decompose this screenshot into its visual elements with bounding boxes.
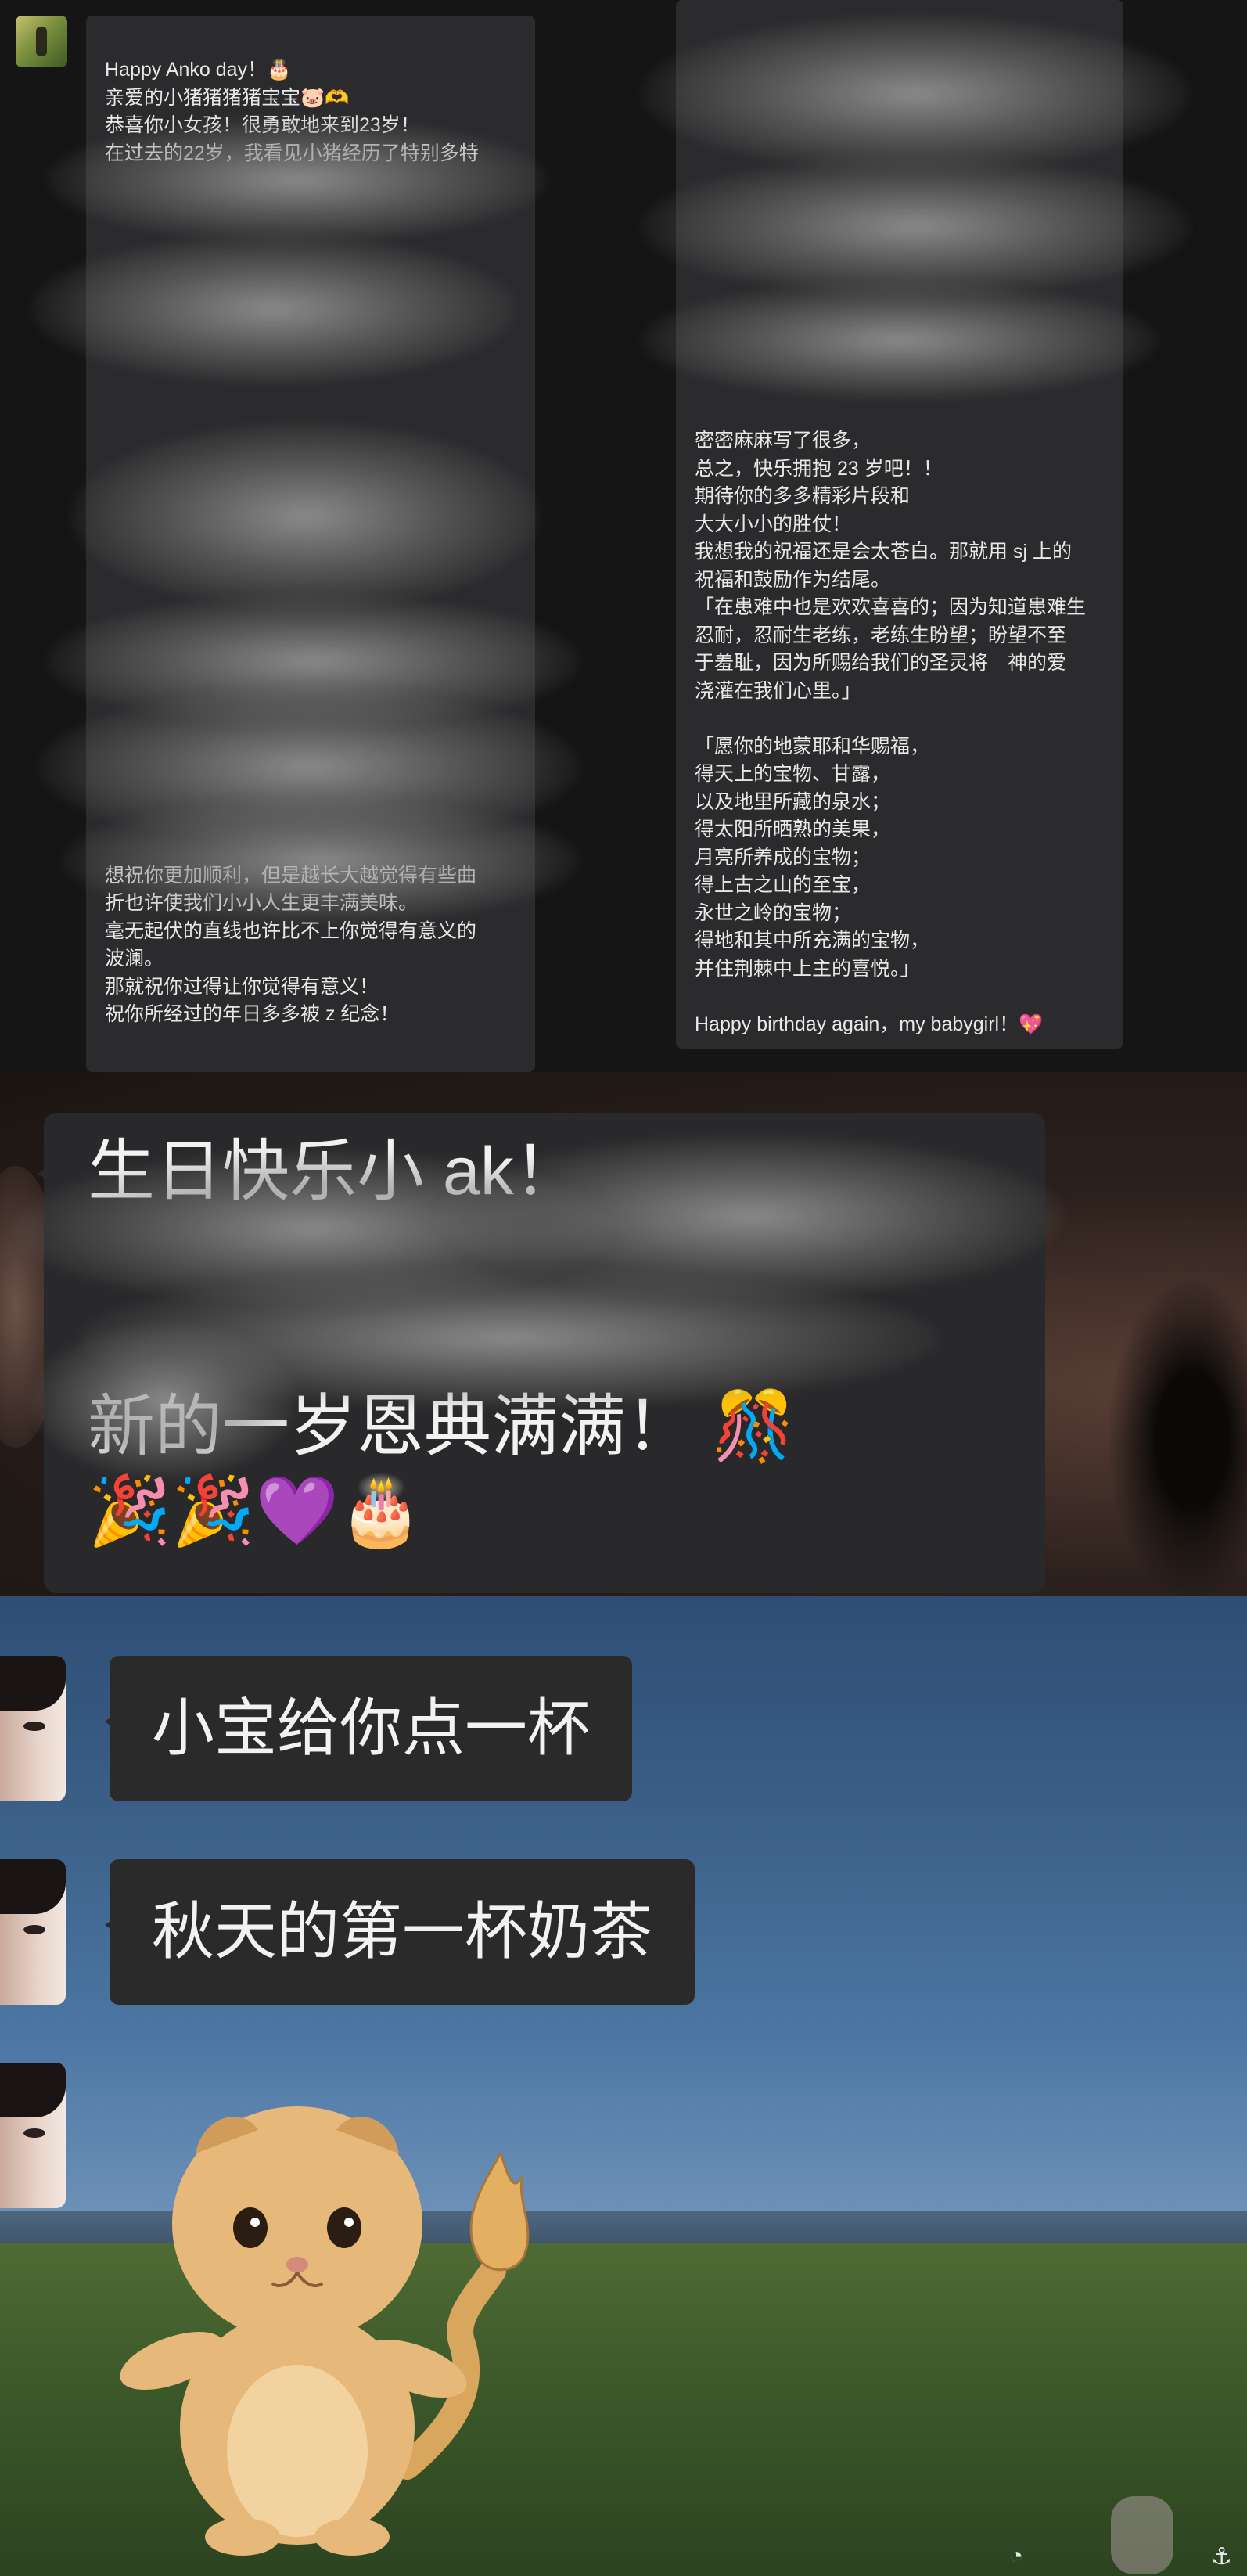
letter-line: 祝福和鼓励作为结尾。 <box>695 568 891 591</box>
letter-line: 我想我的祝福还是会太苍白。那就用 sj 上的 <box>695 541 1072 563</box>
letter-line <box>695 705 1086 733</box>
letter-line: 亲爱的小猪猪猪猪宝宝🐷🫶 <box>105 86 350 109</box>
letter-line: 浇灌在我们心里。」 <box>695 679 861 702</box>
letter-line <box>105 390 516 418</box>
milk-tea-chat-screenshot: 小宝给你点一杯 秋天的第一杯奶茶 ◔ ⚓ <box>0 1596 1247 2576</box>
letter-line: 于羞耻，因为所赐给我们的圣灵将 神的爱 <box>695 652 1067 674</box>
letter-line: 以及地里所藏的泉水； <box>695 790 891 813</box>
letter-line: Happy birthday again，my babygirl！💖 <box>695 1013 1044 1035</box>
letter-line: 永世之岭的宝物； <box>695 901 852 924</box>
chat-message-2-text: 秋天的第一杯奶茶 <box>152 1897 652 1966</box>
letter-line: 得天上的宝物、甘露， <box>695 763 891 785</box>
friend-avatar[interactable] <box>0 1656 66 1801</box>
letter-line: 密密麻麻写了很多， <box>695 430 871 452</box>
letter-line: 「愿你的地蒙耶和华赐福， <box>695 735 930 757</box>
letter-line: 那就祝你过得让你觉得有意义！ <box>105 975 379 998</box>
letter-line: 总之，快乐拥抱 23 岁吧！！ <box>695 457 943 480</box>
cat-sticker[interactable] <box>110 2060 548 2560</box>
birthday-line-3: 🎉🎉💜🎂 <box>88 1473 423 1549</box>
letter-line: 忍耐，忍耐生老练，老练生盼望；盼望不至 <box>695 624 1067 646</box>
pink-shape <box>1111 2496 1173 2574</box>
letter-line: Happy Anko day！🎂 <box>105 59 292 81</box>
letter-line: 期待你的多多精彩片段和 <box>695 485 911 507</box>
letter-line: 并住荆棘中上主的喜悦。」 <box>695 957 920 980</box>
chat-message-2: 秋天的第一杯奶茶 <box>105 1859 695 2005</box>
chat-message-1-text: 小宝给你点一杯 <box>152 1693 590 1763</box>
letter-line: 大大小小的胜仗！ <box>695 513 852 535</box>
letter-line: 月亮所养成的宝物； <box>695 846 871 869</box>
letter-line: 得太阳所晒熟的美果， <box>695 818 891 840</box>
chat-message-1: 小宝给你点一杯 <box>105 1656 632 1801</box>
letter-line: 祝你所经过的年日多多被 z 纪念！ <box>105 1003 400 1025</box>
letter-line: 「在患难中也是欢欢喜喜的；因为知道患难生 <box>695 596 1087 618</box>
bubble-glyph: ◔ <box>1009 2543 1024 2569</box>
letter-line: 得上古之山的至宝， <box>695 874 871 896</box>
friend-avatar[interactable] <box>0 1859 66 2005</box>
birthday-chat-screenshot: 生日快乐小 ak！ 新的一岁恩典满满！ 🎊 🎉🎉💜🎂 <box>0 1072 1247 1596</box>
letter-screenshot: Happy Anko day！🎂亲爱的小猪猪猪猪宝宝🐷🫶恭喜你小女孩！很勇敢地来… <box>0 0 1247 1072</box>
sender-avatar[interactable] <box>16 16 67 67</box>
letter-line <box>695 983 1086 1011</box>
letter-line: 得地和其中所充满的宝物， <box>695 930 930 952</box>
friend-avatar[interactable] <box>0 2063 66 2208</box>
letter-line: 波澜。 <box>105 948 164 970</box>
corner-icon: ⚓ <box>1211 2544 1232 2570</box>
